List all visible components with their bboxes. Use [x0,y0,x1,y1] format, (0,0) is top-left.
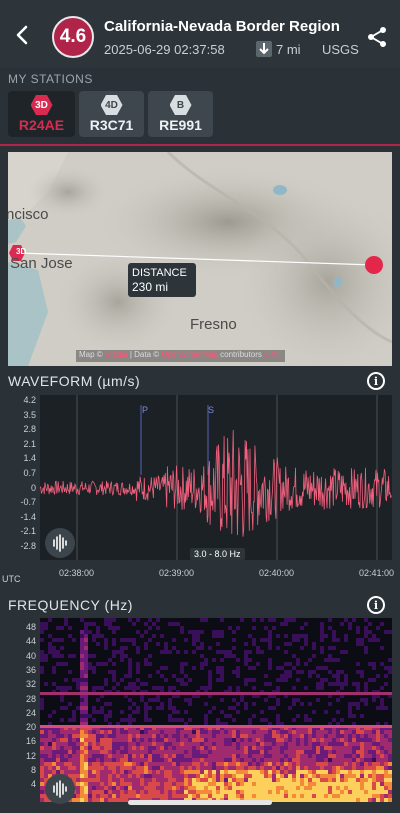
event-timestamp: 2025-06-29 02:37:58 [104,42,225,57]
map-city-label: ncisco [8,206,49,223]
spectrogram-y-tick: 24 [25,707,36,718]
waveform-y-tick: 3.5 [23,409,36,420]
station-marker-label: 3D [16,247,27,256]
event-depth: 7 mi [276,42,301,57]
magnitude-badge: 4.6 [52,16,94,58]
station-type-badge: B [169,95,192,115]
waveform-canvas [40,395,392,560]
frequency-info-icon[interactable]: i [367,596,385,614]
spectrogram-canvas [40,618,392,802]
p-wave-marker: P [142,405,149,415]
waveform-y-tick: -1.4 [20,511,36,522]
spectrogram-y-tick: 4 [30,779,36,790]
station-type-badge: 3D [30,95,53,115]
spectrogram-y-tick: 28 [25,693,36,704]
attribution-link-stadia[interactable]: Stadia [105,350,128,359]
station-tab-r24ae[interactable]: 3D R24AE [8,91,75,137]
spectrogram-y-tick: 16 [25,736,36,747]
station-code: RE991 [159,117,202,133]
back-arrow-icon[interactable] [12,24,34,46]
stations-divider [0,144,400,146]
share-icon[interactable] [366,26,388,48]
waveform-y-tick: 1.4 [23,453,36,464]
waveform-trace [40,429,392,537]
waveform-info-icon[interactable]: i [367,372,385,390]
spectrogram-y-tick: 12 [25,750,36,761]
waveform-plot[interactable]: 3.0 - 8.0 Hz P S [40,395,392,560]
waveform-x-tick: 02:39:00 [159,568,195,578]
distance-map[interactable]: ncisco San Jose Fresno 3D [8,152,392,366]
waveform-y-tick: 0 [30,482,36,493]
waveform-y-tick: -0.7 [20,497,36,508]
station-tab-r3c71[interactable]: 4D R3C71 [79,91,144,137]
audio-play-button[interactable] [45,774,75,804]
down-arrow-icon [256,41,272,57]
spectrogram-plot[interactable] [40,618,392,802]
waveform-y-tick: 4.2 [23,395,36,405]
distance-box: DISTANCE 230 mi [128,263,196,297]
map-attribution: Map © Stadia | Data © OpenStreetMap cont… [76,350,285,362]
spectrogram-y-tick: 8 [30,765,36,775]
waveform-x-tick: 02:38:00 [59,568,95,578]
spectrogram-y-tick: 36 [25,664,36,675]
map-city-label: Fresno [190,316,237,333]
waveform-y-tick: 2.1 [23,438,36,449]
soundwave-icon [53,534,67,552]
audio-play-button[interactable] [45,528,75,558]
frequency-title: FREQUENCY (Hz) [8,597,133,613]
filter-badge: 3.0 - 8.0 Hz [190,548,245,560]
station-code: R24AE [18,117,65,133]
waveform-y-tick: -2.8 [20,541,36,551]
soundwave-icon [53,780,67,798]
waveform-y-tick: 2.8 [23,424,36,435]
event-title: California-Nevada Border Region [104,18,340,35]
timezone-label: UTC [2,574,21,584]
home-indicator [128,800,272,805]
waveform-x-tick: 02:40:00 [259,568,295,578]
station-code: R3C71 [89,117,134,133]
spectrogram-y-tick: 48 [25,622,36,632]
map-city-label: San Jose [10,255,73,272]
spectrogram-y-tick: 32 [25,679,36,690]
attribution-link-omt[interactable]: OMT [264,350,282,359]
attribution-link-osm[interactable]: OpenStreetMap [161,350,217,359]
spectrogram-y-tick: 44 [25,636,36,647]
station-tab-re991[interactable]: B RE991 [148,91,213,137]
spectrogram-y-tick: 20 [25,722,36,733]
station-type-badge: 4D [100,95,123,115]
waveform-y-tick: 0.7 [23,468,36,478]
waveform-title: WAVEFORM (µm/s) [8,373,141,389]
s-wave-marker: S [208,405,215,415]
waveform-y-tick: -2.1 [20,526,36,537]
spectrogram-y-tick: 40 [25,650,36,661]
distance-label: DISTANCE [132,267,187,279]
distance-value: 230 mi [132,280,169,294]
stations-heading: MY STATIONS [8,72,93,86]
header-bar: 4.6 California-Nevada Border Region 2025… [0,0,400,68]
waveform-x-tick: 02:41:00 [359,568,395,578]
event-source: USGS [322,42,359,57]
